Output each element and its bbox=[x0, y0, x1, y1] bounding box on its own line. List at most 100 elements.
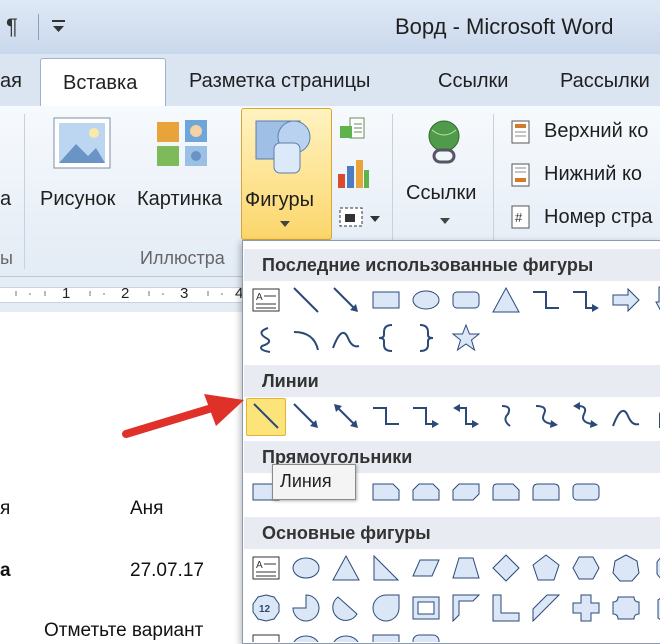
teardrop-shape[interactable] bbox=[370, 592, 402, 624]
diagonal-stripe-shape[interactable] bbox=[530, 592, 562, 624]
down-arrow-shape-partial[interactable] bbox=[646, 284, 660, 316]
arrow-shape[interactable] bbox=[330, 284, 362, 316]
header-button[interactable]: Верхний ко bbox=[544, 120, 648, 143]
picture-button[interactable]: Рисунок bbox=[40, 188, 115, 211]
double-arrow-shape[interactable] bbox=[330, 400, 362, 432]
left-brace-shape[interactable] bbox=[370, 322, 402, 354]
document-area[interactable]: я Аня а 27.07.17 Отметьте вариант bbox=[0, 312, 245, 642]
oval-shape[interactable] bbox=[410, 284, 442, 316]
diamond-shape[interactable] bbox=[490, 552, 522, 584]
hexagon-shape[interactable] bbox=[570, 552, 602, 584]
elbow-connector-shape[interactable] bbox=[370, 400, 402, 432]
smartart-icon[interactable] bbox=[338, 116, 368, 144]
shapes-button[interactable]: Фигуры bbox=[241, 108, 332, 240]
textbox-shape[interactable]: A bbox=[250, 552, 282, 584]
shape-partial[interactable] bbox=[370, 630, 402, 642]
freeform-scribble-shape[interactable] bbox=[250, 322, 282, 354]
rectangle-shape[interactable] bbox=[370, 284, 402, 316]
elbow-connector-shape[interactable] bbox=[530, 284, 562, 316]
textbox-shape-partial[interactable] bbox=[250, 630, 282, 642]
tab-mailings[interactable]: Рассылки bbox=[560, 70, 650, 93]
page-number-icon[interactable]: # bbox=[510, 205, 532, 229]
right-triangle-shape[interactable] bbox=[370, 552, 402, 584]
doc-name-cell: Аня bbox=[130, 498, 164, 519]
heptagon-shape[interactable] bbox=[610, 552, 642, 584]
tab-insert[interactable]: Вставка bbox=[40, 58, 166, 107]
plaque-shape[interactable] bbox=[610, 592, 642, 624]
textbox-shape[interactable]: A bbox=[250, 284, 282, 316]
horizontal-ruler[interactable]: 1 2 3 4 bbox=[0, 276, 245, 314]
right-brace-shape[interactable] bbox=[410, 322, 442, 354]
group-divider bbox=[24, 114, 25, 269]
line-shape-selected[interactable] bbox=[250, 400, 282, 432]
rounded-rect-shape[interactable] bbox=[450, 284, 482, 316]
elbow-arrow-connector-shape[interactable] bbox=[570, 284, 602, 316]
tab-home-partial[interactable]: ая bbox=[0, 70, 22, 93]
elbow-arrow-connector-shape[interactable] bbox=[410, 400, 442, 432]
frame-shape[interactable] bbox=[410, 592, 442, 624]
snip-round-rect-shape[interactable] bbox=[490, 476, 522, 508]
header-icon[interactable] bbox=[510, 120, 532, 144]
decagon-shape[interactable]: 12 bbox=[250, 592, 282, 624]
section-recent: Последние использованные фигуры bbox=[244, 249, 660, 281]
clipart-button[interactable]: Картинка bbox=[137, 188, 222, 211]
curve-shape[interactable] bbox=[330, 322, 362, 354]
footer-icon[interactable] bbox=[510, 163, 532, 187]
curved-connector-shape[interactable] bbox=[490, 400, 522, 432]
clipart-icon[interactable] bbox=[155, 118, 213, 170]
can-shape-partial[interactable] bbox=[646, 592, 660, 624]
plus-shape[interactable] bbox=[570, 592, 602, 624]
ruler-ticks bbox=[15, 291, 223, 296]
tab-references[interactable]: Ссылки bbox=[438, 70, 508, 93]
customize-toolbar-icon[interactable] bbox=[50, 16, 68, 41]
arrow-shape[interactable] bbox=[290, 400, 322, 432]
footer-button[interactable]: Нижний ко bbox=[544, 163, 642, 186]
curved-arrow-connector-shape[interactable] bbox=[530, 400, 562, 432]
doc-paragraph: Отметьте вариант bbox=[44, 620, 204, 641]
round-same-side-rect-shape[interactable] bbox=[530, 476, 562, 508]
svg-text:#: # bbox=[515, 210, 523, 225]
title-bar: ¶ Ворд - Microsoft Word bbox=[0, 0, 660, 55]
snip-diagonal-rect-shape[interactable] bbox=[450, 476, 482, 508]
star-shape[interactable] bbox=[450, 322, 482, 354]
right-arrow-shape[interactable] bbox=[610, 284, 642, 316]
line-shape[interactable] bbox=[290, 284, 322, 316]
doc-text-partial: а bbox=[0, 560, 11, 581]
oval-shape-partial[interactable] bbox=[290, 630, 322, 642]
l-shape[interactable] bbox=[490, 592, 522, 624]
arc-shape[interactable] bbox=[290, 322, 322, 354]
shape-partial[interactable] bbox=[330, 630, 362, 642]
page-number-button[interactable]: Номер стра bbox=[544, 206, 653, 229]
group-label-partial: ы bbox=[0, 248, 13, 268]
window-title: Ворд - Microsoft Word bbox=[395, 14, 614, 39]
round-diagonal-rect-shape[interactable] bbox=[570, 476, 602, 508]
chord-shape[interactable] bbox=[330, 592, 362, 624]
pentagon-shape[interactable] bbox=[530, 552, 562, 584]
picture-icon[interactable] bbox=[50, 116, 116, 176]
shape-partial[interactable] bbox=[410, 630, 442, 642]
svg-text:A: A bbox=[256, 560, 263, 571]
screenshot-icon[interactable] bbox=[336, 202, 384, 232]
curved-double-arrow-connector-shape[interactable] bbox=[570, 400, 602, 432]
freeform-shape-partial[interactable] bbox=[648, 400, 660, 432]
globe-link-icon[interactable] bbox=[424, 118, 464, 168]
snip-corner-rect-shape[interactable] bbox=[370, 476, 402, 508]
section-basic-shapes: Основные фигуры bbox=[244, 517, 660, 549]
parallelogram-shape[interactable] bbox=[410, 552, 442, 584]
oval-shape[interactable] bbox=[290, 552, 322, 584]
hyperlinks-button[interactable]: Ссылки bbox=[406, 182, 476, 205]
triangle-shape[interactable] bbox=[330, 552, 362, 584]
half-frame-shape[interactable] bbox=[450, 592, 482, 624]
snip-same-side-rect-shape[interactable] bbox=[410, 476, 442, 508]
chart-icon[interactable] bbox=[336, 158, 370, 190]
section-title: Последние использованные фигуры bbox=[262, 255, 594, 275]
trapezoid-shape[interactable] bbox=[450, 552, 482, 584]
pie-shape[interactable] bbox=[290, 592, 322, 624]
svg-text:12: 12 bbox=[259, 604, 271, 615]
triangle-shape[interactable] bbox=[490, 284, 522, 316]
pilcrow-icon[interactable]: ¶ bbox=[6, 14, 18, 40]
octagon-shape-partial[interactable] bbox=[646, 552, 660, 584]
elbow-double-arrow-connector-shape[interactable] bbox=[450, 400, 482, 432]
curve-shape[interactable] bbox=[610, 400, 642, 432]
tab-page-layout[interactable]: Разметка страницы bbox=[189, 70, 370, 93]
